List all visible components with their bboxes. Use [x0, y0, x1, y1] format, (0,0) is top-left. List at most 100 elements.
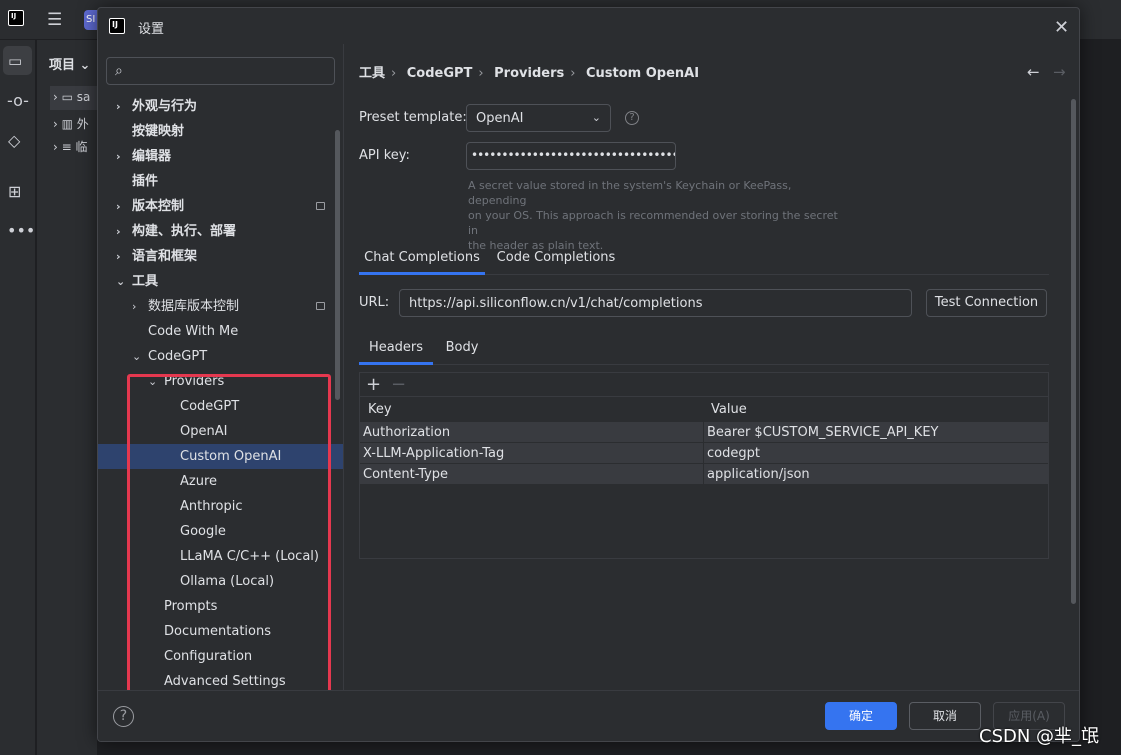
headers-table: + − Key Value Authorization Bearer $CUST… [359, 372, 1049, 559]
column-header-key[interactable]: Key [368, 399, 392, 420]
add-icon[interactable]: + [366, 374, 381, 395]
tree-item[interactable]: › 数据库版本控制 [98, 294, 343, 319]
table-row[interactable]: Authorization Bearer $CUSTOM_SERVICE_API… [360, 422, 1048, 443]
chevron-down-icon[interactable]: ⌄ [116, 269, 125, 294]
project-tree-item[interactable]: › ▥ 外 [53, 115, 89, 132]
chevron-down-icon[interactable]: ⌄ [148, 369, 157, 394]
more-icon[interactable]: ••• [7, 223, 35, 239]
tree-item[interactable]: ⌄ CodeGPT [98, 344, 343, 369]
header-key-cell[interactable]: Authorization [363, 422, 450, 443]
preset-template-select[interactable]: OpenAI ⌄ [466, 104, 611, 132]
chevron-right-icon[interactable]: › [116, 94, 121, 119]
structure-icon[interactable]: ⊞ [8, 184, 21, 200]
forward-arrow-icon[interactable]: → [1053, 63, 1066, 81]
gitlab-icon[interactable]: ◇ [8, 133, 20, 149]
breadcrumb-item[interactable]: 工具 [359, 66, 385, 81]
help-icon[interactable]: ? [625, 111, 639, 125]
tree-item[interactable]: Prompts [98, 594, 343, 619]
dialog-footer: ? 确定 取消 应用(A) [98, 690, 1079, 741]
header-key-cell[interactable]: Content-Type [363, 464, 448, 485]
tree-item[interactable]: Ollama (Local) [98, 569, 343, 594]
tree-item[interactable]: Code With Me [98, 319, 343, 344]
tree-item[interactable]: OpenAI [98, 419, 343, 444]
tab-chat-completions[interactable]: Chat Completions [359, 244, 485, 275]
breadcrumb-item[interactable]: CodeGPT [407, 66, 473, 81]
url-field[interactable]: https://api.siliconflow.cn/v1/chat/compl… [399, 289, 912, 317]
header-value-cell[interactable]: codegpt [707, 443, 760, 464]
settings-tree: › 外观与行为 按键映射 › 编辑器 插件 › 版本控制 › 构建、执行、部署 › 语言和框架 ⌄ 工具 ›… [98, 94, 343, 690]
commit-icon[interactable]: -o- [7, 93, 29, 109]
tree-item[interactable]: › 构建、执行、部署 [98, 219, 343, 244]
api-key-field[interactable]: •••••••••••••••••••••••••••••••••••••••• [466, 142, 676, 170]
project-tree-item[interactable]: › ≡ 临 [53, 138, 88, 155]
remove-icon[interactable]: − [391, 374, 406, 395]
chevron-right-icon[interactable]: › [116, 194, 121, 219]
tree-item[interactable]: › 版本控制 [98, 194, 343, 219]
tree-item[interactable]: ⌄ 工具 [98, 269, 343, 294]
tree-item-label: Google [180, 524, 226, 539]
chevron-right-icon[interactable]: › [116, 219, 121, 244]
project-panel-title[interactable]: 项目 ⌄ [49, 54, 90, 73]
header-value-cell[interactable]: Bearer $CUSTOM_SERVICE_API_KEY [707, 422, 938, 443]
tree-item[interactable]: Configuration [98, 644, 343, 669]
project-badge[interactable]: SI [84, 10, 98, 30]
tree-fragment: sa [76, 90, 91, 104]
breadcrumb-item[interactable]: Providers [494, 66, 564, 81]
tree-item[interactable]: Advanced Settings [98, 669, 343, 690]
chevron-right-icon[interactable]: › [116, 244, 121, 269]
tree-item[interactable]: CodeGPT [98, 394, 343, 419]
dialog-titlebar: IJ 设置 ✕ [98, 8, 1079, 44]
hint-line: on your OS. This approach is recommended… [468, 209, 838, 237]
tree-item[interactable]: Custom OpenAI [98, 444, 343, 469]
tree-item-label: CodeGPT [148, 349, 208, 364]
tree-scrollbar[interactable] [335, 130, 340, 400]
test-connection-button[interactable]: Test Connection [926, 289, 1047, 317]
header-value-cell[interactable]: application/json [707, 464, 810, 485]
close-icon[interactable]: ✕ [1054, 17, 1069, 38]
tree-item[interactable]: ⌄ Providers [98, 369, 343, 394]
tree-item[interactable]: › 编辑器 [98, 144, 343, 169]
tree-item[interactable]: › 语言和框架 [98, 244, 343, 269]
url-label: URL: [359, 295, 390, 310]
table-row[interactable]: Content-Type application/json [360, 464, 1048, 485]
chevron-right-icon[interactable]: › [116, 144, 121, 169]
settings-sidebar: ⌕ › 外观与行为 按键映射 › 编辑器 插件 › 版本控制 › 构建、执行、部署 › 语言和框架 ⌄ 工… [98, 44, 343, 731]
chevron-right-icon[interactable]: › [132, 294, 136, 319]
tree-item-label: 工具 [132, 274, 159, 289]
ok-button[interactable]: 确定 [825, 702, 897, 730]
project-label: 项目 [49, 58, 76, 73]
hamburger-menu-icon[interactable]: ☰ [47, 12, 62, 29]
chevron-down-icon[interactable]: ⌄ [132, 344, 141, 369]
tree-item-label: Documentations [164, 624, 271, 639]
cancel-button[interactable]: 取消 [909, 702, 981, 730]
tab-body[interactable]: Body [439, 334, 485, 365]
content-scrollbar[interactable] [1071, 99, 1076, 604]
tree-item[interactable]: Anthropic [98, 494, 343, 519]
column-header-value[interactable]: Value [711, 399, 747, 420]
tree-item[interactable]: LLaMA C/C++ (Local) [98, 544, 343, 569]
tab-headers[interactable]: Headers [359, 334, 433, 365]
tree-item[interactable]: › 外观与行为 [98, 94, 343, 119]
project-scope-icon [316, 202, 325, 210]
table-toolbar: + − [360, 373, 1048, 397]
settings-content: 工具 › CodeGPT › Providers › Custom OpenAI ← … [344, 44, 1079, 690]
help-icon[interactable]: ? [113, 706, 134, 727]
settings-search-input[interactable]: ⌕ [106, 57, 335, 85]
hint-line: A secret value stored in the system's Ke… [468, 179, 792, 207]
tree-item[interactable]: 按键映射 [98, 119, 343, 144]
tree-item-label: 数据库版本控制 [148, 299, 240, 314]
tree-item[interactable]: Azure [98, 469, 343, 494]
tree-item[interactable]: 插件 [98, 169, 343, 194]
folder-icon: ▭ [8, 52, 23, 70]
tab-code-completions[interactable]: Code Completions [490, 244, 622, 275]
project-panel: 项目 ⌄ › ▭ sa › ▥ 外 › ≡ 临 [37, 40, 110, 755]
project-tree-item[interactable]: › ▭ sa [53, 90, 90, 104]
column-divider[interactable] [703, 398, 704, 486]
tree-item-label: 插件 [132, 174, 159, 189]
header-key-cell[interactable]: X-LLM-Application-Tag [363, 443, 504, 464]
tree-item[interactable]: Documentations [98, 619, 343, 644]
ide-tool-strip: ▭ -o- ◇ ⊞ ••• [0, 40, 36, 755]
back-arrow-icon[interactable]: ← [1027, 63, 1040, 81]
table-row[interactable]: X-LLM-Application-Tag codegpt [360, 443, 1048, 464]
tree-item[interactable]: Google [98, 519, 343, 544]
